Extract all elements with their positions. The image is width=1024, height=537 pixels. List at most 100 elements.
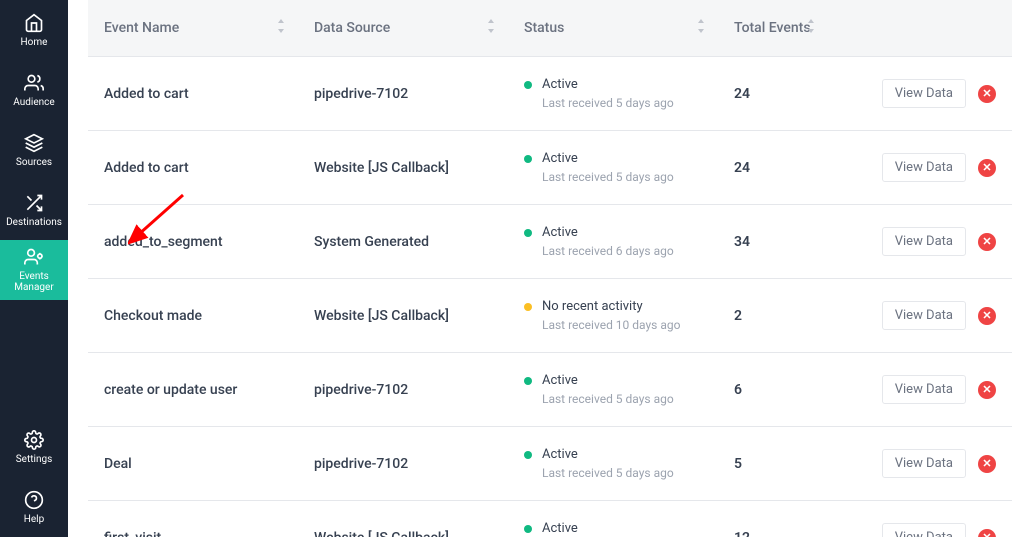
col-header-label: Total Events [734,20,811,36]
status-cell: Active Last received 6 days ago [524,521,702,537]
event-name: added_to_segment [104,234,282,250]
sort-icon[interactable] [696,19,706,37]
status-cell: Active Last received 5 days ago [524,77,702,110]
row-actions: View Data ✕ [844,375,996,404]
sidebar: Home Audience Sources Destinations Event… [0,0,68,537]
table-row: added_to_segment System Generated Active… [88,205,1012,279]
status-last-received: Last received 5 days ago [542,466,702,480]
sort-icon[interactable] [486,19,496,37]
data-source: pipedrive-7102 [314,86,492,102]
sidebar-item-events-manager[interactable]: Events Manager [0,240,68,300]
status-text: Active [542,77,578,92]
status-text: Active [542,447,578,462]
data-source: pipedrive-7102 [314,382,492,398]
delete-icon[interactable]: ✕ [978,233,996,251]
sort-icon[interactable] [276,19,286,37]
status-text: Active [542,151,578,166]
sidebar-label: Settings [14,454,55,465]
sidebar-label: Audience [11,97,56,108]
help-icon [24,490,44,510]
main-content: Event Name Data Source Status [68,0,1024,537]
data-source: Website [JS Callback] [314,530,492,537]
sidebar-item-audience[interactable]: Audience [0,60,68,120]
status-dot-icon [524,303,532,311]
user-gear-icon [24,247,44,267]
col-header-total-events[interactable]: Total Events [718,0,828,57]
data-source: Website [JS Callback] [314,308,492,324]
event-name: Deal [104,456,282,472]
data-source: System Generated [314,234,492,250]
sidebar-item-settings[interactable]: Settings [0,417,68,477]
gear-icon [24,430,44,450]
layers-icon [24,133,44,153]
data-source: Website [JS Callback] [314,160,492,176]
row-actions: View Data ✕ [844,227,996,256]
status-cell: Active Last received 6 days ago [524,225,702,258]
status-dot-icon [524,525,532,533]
status-dot-icon [524,81,532,89]
total-events: 5 [734,456,742,472]
delete-icon[interactable]: ✕ [978,529,996,537]
col-header-event-name[interactable]: Event Name [88,0,298,57]
sort-icon[interactable] [806,19,816,37]
event-name: Added to cart [104,160,282,176]
status-last-received: Last received 5 days ago [542,170,702,184]
row-actions: View Data ✕ [844,79,996,108]
delete-icon[interactable]: ✕ [978,307,996,325]
total-events: 2 [734,308,742,324]
view-data-button[interactable]: View Data [882,375,966,404]
view-data-button[interactable]: View Data [882,301,966,330]
table-row: Added to cart Website [JS Callback] Acti… [88,131,1012,205]
sidebar-item-help[interactable]: Help [0,477,68,537]
row-actions: View Data ✕ [844,449,996,478]
total-events: 6 [734,382,742,398]
status-dot-icon [524,451,532,459]
status-cell: Active Last received 5 days ago [524,151,702,184]
table-row: Checkout made Website [JS Callback] No r… [88,279,1012,353]
view-data-button[interactable]: View Data [882,227,966,256]
event-name: create or update user [104,382,282,398]
view-data-button[interactable]: View Data [882,153,966,182]
col-header-status[interactable]: Status [508,0,718,57]
total-events: 24 [734,160,750,176]
col-header-label: Status [524,20,564,36]
view-data-button[interactable]: View Data [882,449,966,478]
sidebar-item-destinations[interactable]: Destinations [0,180,68,240]
col-header-label: Event Name [104,20,179,36]
status-dot-icon [524,377,532,385]
row-actions: View Data ✕ [844,301,996,330]
view-data-button[interactable]: View Data [882,79,966,108]
status-cell: No recent activity Last received 10 days… [524,299,702,332]
home-icon [24,13,44,33]
delete-icon[interactable]: ✕ [978,455,996,473]
status-last-received: Last received 10 days ago [542,318,702,332]
table-row: first_visit Website [JS Callback] Active… [88,501,1012,537]
status-last-received: Last received 6 days ago [542,244,702,258]
col-header-actions [828,0,1012,57]
status-dot-icon [524,155,532,163]
status-text: No recent activity [542,299,643,314]
sidebar-nav: Home Audience Sources Destinations Event… [0,0,68,417]
status-cell: Active Last received 5 days ago [524,373,702,406]
table-row: create or update user pipedrive-7102 Act… [88,353,1012,427]
row-actions: View Data ✕ [844,523,996,537]
view-data-button[interactable]: View Data [882,523,966,537]
event-name: first_visit [104,530,282,537]
row-actions: View Data ✕ [844,153,996,182]
sidebar-label: Home [19,37,50,48]
status-last-received: Last received 5 days ago [542,392,702,406]
sidebar-item-sources[interactable]: Sources [0,120,68,180]
shuffle-icon [24,193,44,213]
sidebar-label: Destinations [4,217,64,228]
table-row: Deal pipedrive-7102 Active Last received… [88,427,1012,501]
status-text: Active [542,225,578,240]
delete-icon[interactable]: ✕ [978,381,996,399]
sidebar-item-home[interactable]: Home [0,0,68,60]
col-header-data-source[interactable]: Data Source [298,0,508,57]
event-name: Checkout made [104,308,282,324]
sidebar-label: Events Manager [0,271,68,293]
delete-icon[interactable]: ✕ [978,159,996,177]
sidebar-label: Help [22,514,46,525]
delete-icon[interactable]: ✕ [978,85,996,103]
sidebar-label: Sources [14,157,54,168]
